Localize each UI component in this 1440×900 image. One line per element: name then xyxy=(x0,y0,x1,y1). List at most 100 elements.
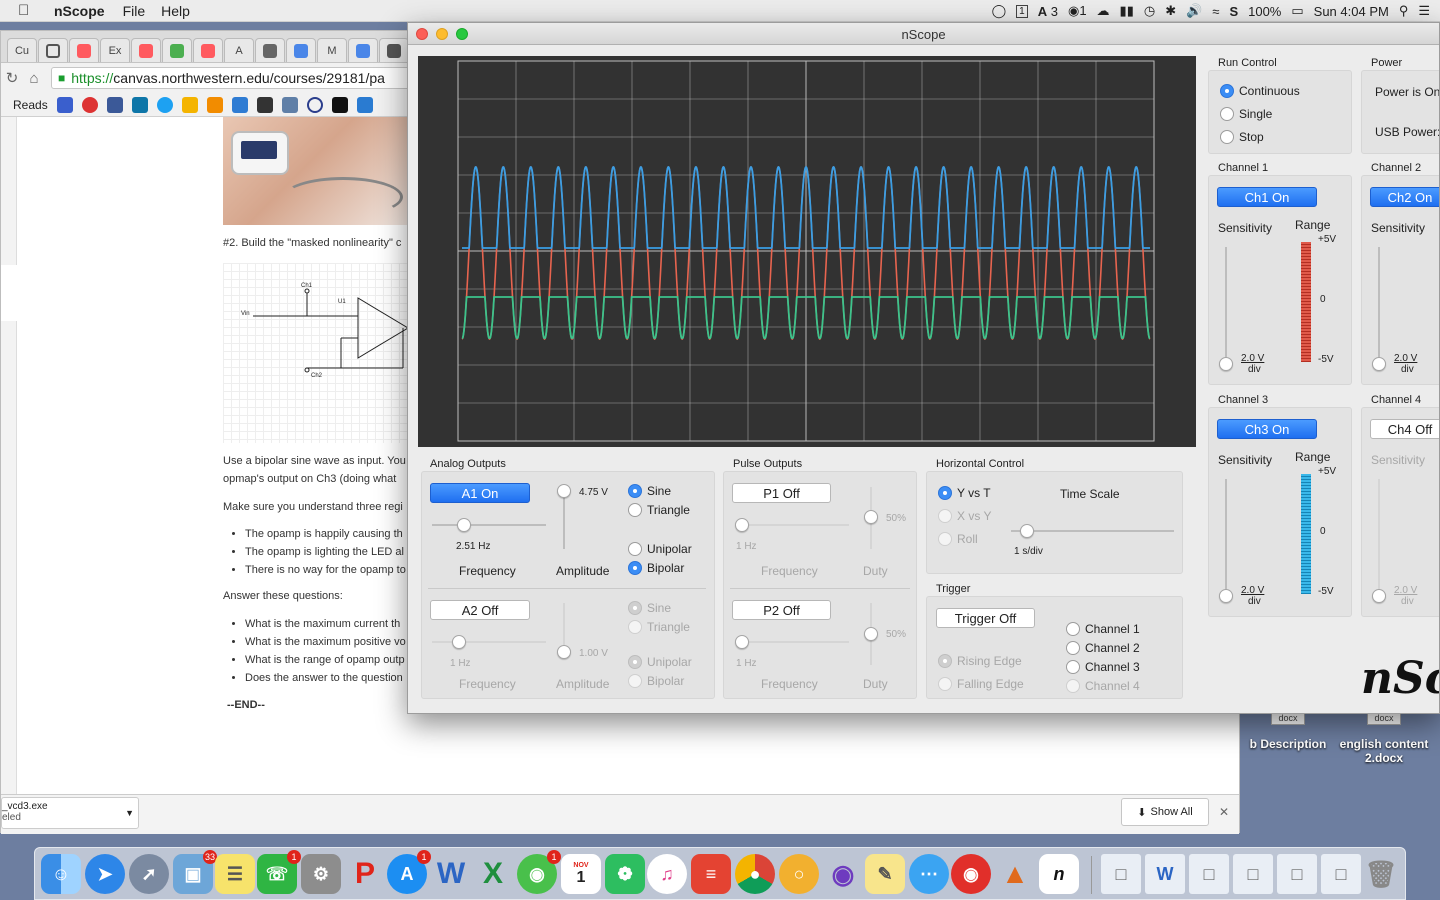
ch3-sensitivity-knob[interactable] xyxy=(1219,589,1233,603)
bookmark-icon[interactable] xyxy=(306,96,323,113)
page-left-tab[interactable] xyxy=(1,265,17,321)
run-single-radio[interactable]: Single xyxy=(1220,107,1272,121)
browser-tab[interactable] xyxy=(38,38,68,62)
ch3-sensitivity-slider[interactable] xyxy=(1225,479,1227,595)
a2-frequency-knob[interactable] xyxy=(452,635,466,649)
wechat-icon[interactable]: ◉ 1 xyxy=(517,850,561,894)
messages-icon[interactable]: ⋯ xyxy=(909,854,949,894)
adobe-count[interactable]: A 3 xyxy=(1038,4,1058,19)
nscope-dock-icon[interactable]: n xyxy=(1039,854,1079,894)
a1-bipolar-radio[interactable]: Bipolar xyxy=(628,561,684,575)
apple-icon[interactable]:  xyxy=(18,2,38,19)
facebook-icon[interactable] xyxy=(106,96,123,113)
recent-document-icon[interactable]: □ xyxy=(1321,854,1361,894)
battery-widget-icon[interactable]: ▮▮ xyxy=(1120,3,1134,19)
bookmark-icon[interactable] xyxy=(331,96,348,113)
ch4-toggle-button[interactable]: Ch4 Off xyxy=(1370,419,1439,439)
creative-cloud-icon[interactable]: ◯ xyxy=(992,3,1007,19)
desktop-file[interactable]: docx b Description xyxy=(1240,710,1336,751)
ch2-sensitivity-slider[interactable] xyxy=(1378,247,1380,363)
trigger-rising-edge-radio[interactable]: Rising Edge xyxy=(938,654,1022,668)
browser-tab[interactable]: Cu xyxy=(7,38,37,62)
a2-wave-triangle-radio[interactable]: Triangle xyxy=(628,620,690,634)
battery-icon[interactable]: ▭ xyxy=(1291,3,1303,19)
run-stop-radio[interactable]: Stop xyxy=(1220,130,1264,144)
a1-frequency-slider[interactable] xyxy=(432,524,546,526)
a2-wave-sine-radio[interactable]: Sine xyxy=(628,601,671,615)
sync-icon[interactable]: ○ xyxy=(779,854,819,894)
a1-frequency-knob[interactable] xyxy=(456,518,471,532)
calendar-day-icon[interactable]: 1 xyxy=(1016,4,1028,18)
bookmark-icon[interactable] xyxy=(56,96,73,113)
facetime-icon[interactable]: ☏ 1 xyxy=(257,850,301,894)
a1-wave-triangle-radio[interactable]: Triangle xyxy=(628,503,690,517)
p2-frequency-knob[interactable] xyxy=(735,635,749,649)
drive-icon[interactable] xyxy=(181,96,198,113)
stickies-icon[interactable]: ☰ xyxy=(215,854,255,894)
a2-amplitude-knob[interactable] xyxy=(557,645,571,659)
recent-document-icon[interactable]: □ xyxy=(1101,854,1141,894)
p2-duty-knob[interactable] xyxy=(864,627,878,641)
window-titlebar[interactable]: nScope xyxy=(408,23,1439,45)
run-continuous-radio[interactable]: Continuous xyxy=(1220,84,1300,98)
menu-app-name[interactable]: nScope xyxy=(54,3,105,19)
itunes-icon[interactable]: ♫ xyxy=(647,854,687,894)
trigger-channel1-radio[interactable]: Channel 1 xyxy=(1066,622,1140,636)
excel-icon[interactable]: X xyxy=(473,854,513,894)
ch2-sensitivity-knob[interactable] xyxy=(1372,357,1386,371)
trigger-channel3-radio[interactable]: Channel 3 xyxy=(1066,660,1140,674)
ch3-toggle-button[interactable]: Ch3 On xyxy=(1217,419,1317,439)
bookmark-icon[interactable] xyxy=(81,96,98,113)
browser-tab[interactable] xyxy=(348,38,378,62)
recent-document-icon[interactable]: □ xyxy=(1189,854,1229,894)
mode-yvst-radio[interactable]: Y vs T xyxy=(938,486,991,500)
todoist-icon[interactable]: ≡ xyxy=(691,854,731,894)
browser-tab[interactable] xyxy=(162,38,192,62)
menu-file[interactable]: File xyxy=(123,3,146,19)
a2-unipolar-radio[interactable]: Unipolar xyxy=(628,655,692,669)
bookmark-reads[interactable]: Reads xyxy=(13,98,48,112)
trigger-toggle-button[interactable]: Trigger Off xyxy=(936,608,1035,628)
browser-tab[interactable] xyxy=(286,38,316,62)
recent-document-icon[interactable]: □ xyxy=(1233,854,1273,894)
trigger-channel2-radio[interactable]: Channel 2 xyxy=(1066,641,1140,655)
menu-help[interactable]: Help xyxy=(161,3,190,19)
ch3-range-bar[interactable] xyxy=(1301,474,1311,594)
evernote-icon[interactable]: ❁ xyxy=(605,854,645,894)
desktop-file[interactable]: docx english content 2.docx xyxy=(1336,710,1432,765)
app-store-icon[interactable]: A1 xyxy=(387,850,431,894)
time-scale-knob[interactable] xyxy=(1020,524,1034,538)
bookmark-icon[interactable] xyxy=(206,96,223,113)
browser-tab[interactable] xyxy=(379,38,409,62)
time-machine-icon[interactable]: ◷ xyxy=(1144,3,1155,19)
ch4-sensitivity-knob[interactable] xyxy=(1372,589,1386,603)
finder-icon[interactable]: ☺ xyxy=(41,854,81,894)
bluetooth-icon[interactable]: ✱ xyxy=(1165,3,1176,19)
trigger-channel4-radio[interactable]: Channel 4 xyxy=(1066,679,1140,693)
notes-icon[interactable]: ✎ xyxy=(865,854,905,894)
a1-wave-sine-radio[interactable]: Sine xyxy=(628,484,671,498)
ch2-toggle-button[interactable]: Ch2 On xyxy=(1370,187,1439,207)
scope-display[interactable] xyxy=(418,56,1196,447)
cloud-icon[interactable]: ☁ xyxy=(1097,3,1110,19)
linkedin-icon[interactable] xyxy=(131,96,148,113)
battery-percent[interactable]: 100% xyxy=(1248,4,1281,19)
safari-icon[interactable]: ➤ xyxy=(85,854,125,894)
launchpad-icon[interactable]: ➚ xyxy=(129,854,169,894)
a2-toggle-button[interactable]: A2 Off xyxy=(430,600,530,620)
browser-tab[interactable]: Ex xyxy=(100,38,130,62)
recent-document-icon[interactable]: W xyxy=(1145,854,1185,894)
wifi-icon[interactable]: ≈ xyxy=(1212,4,1219,19)
browser-tab[interactable] xyxy=(69,38,99,62)
download-item[interactable]: _vcd3.exe eled ▼ xyxy=(1,797,139,829)
wechat-status-icon[interactable]: ◉1 xyxy=(1068,3,1087,19)
twitter-icon[interactable] xyxy=(156,96,173,113)
home-icon[interactable]: ⌂ xyxy=(23,70,45,87)
p2-frequency-slider[interactable] xyxy=(735,641,849,643)
recent-document-icon[interactable]: □ xyxy=(1277,854,1317,894)
p-app-icon[interactable]: P xyxy=(345,854,385,894)
bookmark-icon[interactable] xyxy=(231,96,248,113)
trigger-falling-edge-radio[interactable]: Falling Edge xyxy=(938,677,1024,691)
matlab-icon[interactable]: ▲ xyxy=(995,854,1035,894)
a1-toggle-button[interactable]: A1 On xyxy=(430,483,530,503)
